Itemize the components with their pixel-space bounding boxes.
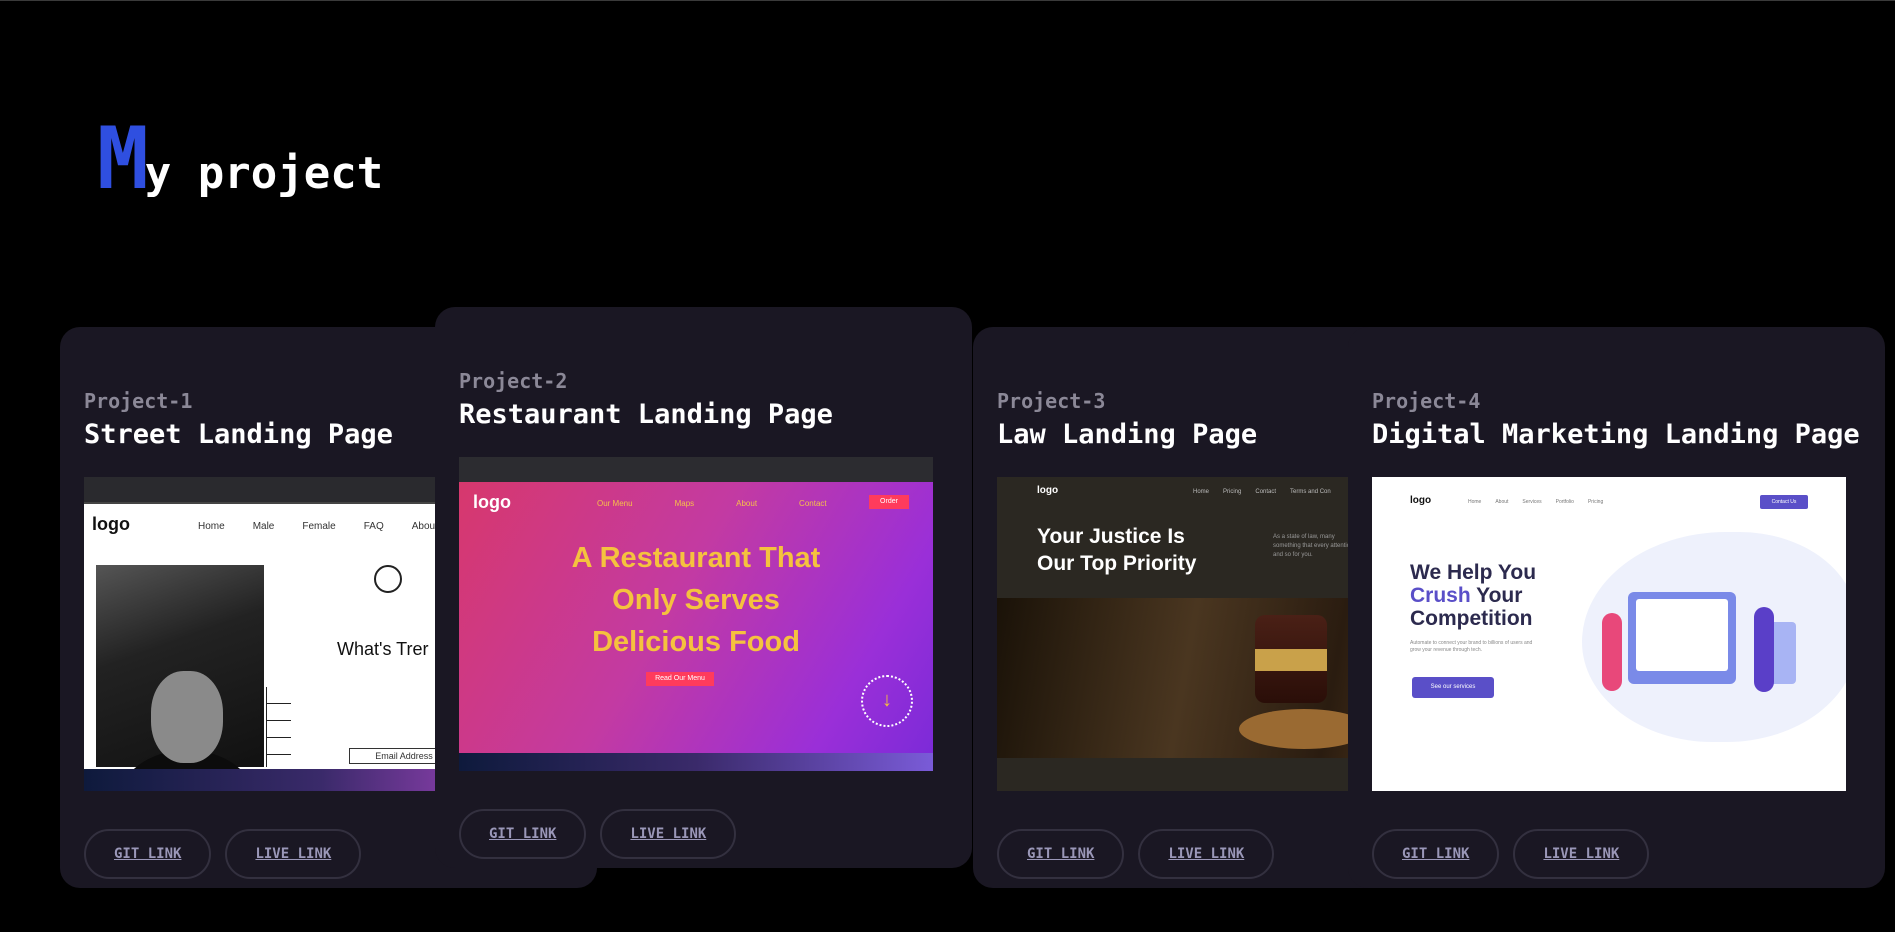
preview-nav: Home Male Female FAQ About (198, 521, 438, 532)
model-photo (96, 565, 264, 791)
project-number: Project-4 (1372, 389, 1481, 413)
preview-logo: logo (92, 514, 130, 534)
page-title-initial: M (97, 109, 149, 209)
git-link-button[interactable]: GIT LINK (84, 829, 212, 879)
preview-logo: logo (473, 492, 511, 512)
live-link-button[interactable]: LIVE LINK (1138, 829, 1275, 879)
project-links: GIT LINK LIVE LINK (459, 809, 737, 859)
preview-headline: What's Trer (337, 639, 429, 659)
preview-menu-button: Read Our Menu (646, 672, 714, 686)
project-card-2: Project-2 Restaurant Landing Page logo O… (435, 307, 972, 868)
taskbar (459, 753, 933, 771)
project-screenshot: logo Our Menu Maps About Contact Order A… (459, 457, 933, 771)
preview-subtext: Automate to connect your brand to billio… (1410, 640, 1533, 653)
preview-logo: logo (1037, 485, 1059, 496)
preview-hero: Your Justice Is Our Top Priority (1037, 525, 1197, 575)
arrow-down-icon: ↓ (861, 675, 913, 727)
project-title: Restaurant Landing Page (459, 399, 833, 430)
preview-hero: A Restaurant That Only Serves Delicious … (571, 542, 821, 658)
person-illustration (1602, 613, 1622, 691)
project-title: Street Landing Page (84, 419, 393, 450)
page-title-rest: y project (144, 148, 384, 199)
preview-hero: We Help You Crush Your Competition (1410, 561, 1537, 630)
live-link-button[interactable]: LIVE LINK (1513, 829, 1650, 879)
page-title: My project (97, 109, 383, 209)
preview-services-button: See our services (1412, 677, 1494, 698)
preview-nav: Home Pricing Contact Terms and Con (1193, 489, 1331, 495)
project-links: GIT LINK LIVE LINK (1372, 829, 1650, 879)
project-title: Law Landing Page (997, 419, 1258, 450)
project-links: GIT LINK LIVE LINK (997, 829, 1275, 879)
grid-decoration (266, 687, 291, 767)
project-number: Project-2 (459, 369, 568, 393)
preview-nav: Home About Services Portfolio Pricing (1468, 499, 1604, 505)
person-illustration (1754, 607, 1774, 692)
project-screenshot: logo Home About Services Portfolio Prici… (1372, 477, 1846, 791)
project-number: Project-1 (84, 389, 193, 413)
browser-toolbar (459, 457, 933, 482)
preview-contact-button: Contact Us (1760, 495, 1808, 509)
live-link-button[interactable]: LIVE LINK (225, 829, 362, 879)
globe-icon (374, 565, 402, 593)
preview-nav: Our Menu Maps About Contact (597, 499, 827, 508)
preview-logo: logo (1410, 495, 1432, 506)
live-link-button[interactable]: LIVE LINK (600, 809, 737, 859)
git-link-button[interactable]: GIT LINK (459, 809, 587, 859)
git-link-button[interactable]: GIT LINK (997, 829, 1125, 879)
project-links: GIT LINK LIVE LINK (84, 829, 362, 879)
project-number: Project-3 (997, 389, 1106, 413)
project-title: Digital Marketing Landing Page (1372, 419, 1860, 450)
preview-order-button: Order (869, 495, 909, 509)
project-card-4: Project-4 Digital Marketing Landing Page… (1348, 327, 1885, 888)
git-link-button[interactable]: GIT LINK (1372, 829, 1500, 879)
